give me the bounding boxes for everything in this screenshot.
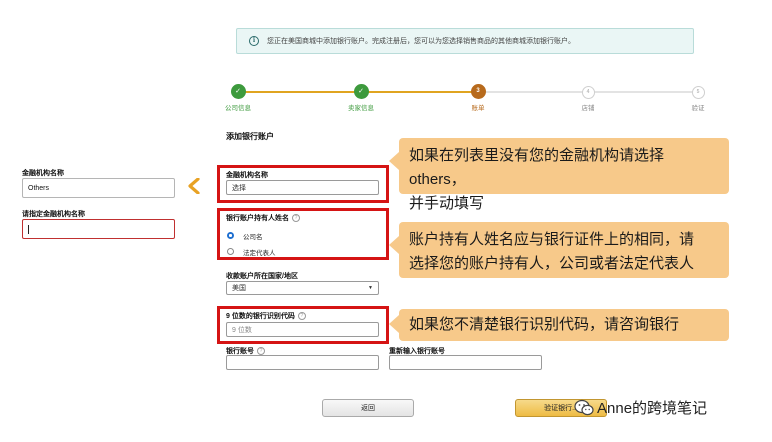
callout-institution: 如果在列表里没有您的金融机构请选择 others， 并手动填写 (399, 138, 729, 212)
radio-legal-rep-label: 法定代表人 (243, 250, 276, 257)
callout-pointer (389, 315, 399, 333)
country-select-value: 美国 (232, 285, 246, 292)
callout-line: 账户持有人姓名应与银行证件上的相同，请 (409, 231, 695, 248)
account-number-label-text: 银行账号 (226, 348, 254, 355)
institution-select-value: 选择 (232, 184, 246, 192)
step-seller-info: ✓ 卖家信息 (331, 84, 391, 112)
help-icon[interactable]: ? (297, 312, 306, 321)
step-billing: 3 账单 (448, 84, 508, 112)
info-banner-text: 您正在美国商城中添加银行账户。完成注册后，您可以为您选择销售商品的其他商城添加银… (267, 38, 575, 45)
step-label: 卖家信息 (348, 105, 374, 112)
left-specify-label: 请指定金融机构名称 (22, 211, 85, 218)
radio-company[interactable] (227, 232, 234, 239)
help-icon[interactable]: ? (257, 347, 265, 356)
wechat-watermark: Anne的跨境笔记 (574, 397, 707, 418)
info-banner: i 您正在美国商城中添加银行账户。完成注册后，您可以为您选择销售商品的其他商城添… (236, 28, 694, 54)
check-icon: ✓ (353, 84, 369, 99)
callout-pointer (389, 152, 399, 170)
bic-label: 9 位数的银行识别代码? (226, 311, 306, 321)
step-store: 4 店铺 (558, 84, 618, 112)
callout-line: 如果您不清楚银行识别代码，请咨询银行 (409, 316, 680, 333)
back-button[interactable]: 返回 (322, 399, 414, 417)
step-verify: 5 验证 (668, 84, 728, 112)
bic-input-placeholder: 9 位数 (232, 326, 252, 334)
section-title: 添加银行账户 (226, 132, 274, 141)
callout-pointer (389, 236, 399, 254)
step-number: 3 (470, 84, 486, 99)
step-label: 账单 (471, 105, 485, 112)
step-number: 4 (581, 86, 595, 99)
watermark-text: Anne的跨境笔记 (597, 400, 708, 417)
callout-bic: 如果您不清楚银行识别代码，请咨询银行 (399, 309, 729, 341)
institution-label: 金融机构名称 (226, 172, 268, 179)
institution-select[interactable]: 选择 (226, 180, 379, 195)
callout-holder: 账户持有人姓名应与银行证件上的相同，请 选择您的账户持有人，公司或者法定代表人 (399, 222, 729, 278)
wechat-icon (574, 399, 594, 415)
step-label: 验证 (691, 105, 705, 112)
step-number: 5 (691, 86, 705, 99)
radio-legal-rep[interactable] (227, 248, 234, 255)
left-institution-label: 金融机构名称 (22, 170, 64, 177)
text-cursor (28, 224, 29, 234)
account-number-input[interactable] (226, 355, 379, 370)
check-icon: ✓ (230, 84, 246, 99)
info-icon: i (249, 36, 259, 46)
chevron-left-icon (188, 178, 200, 194)
radio-company-label: 公司名 (243, 234, 263, 241)
bic-input[interactable]: 9 位数 (226, 322, 379, 337)
step-label: 店铺 (581, 105, 595, 112)
holder-label: 银行账户持有人姓名? (226, 213, 300, 223)
country-label: 收款账户所在国家/地区 (226, 273, 298, 280)
bic-label-text: 9 位数的银行识别代码 (226, 313, 295, 320)
callout-line: 并手动填写 (409, 195, 485, 212)
country-select[interactable]: 美国 ▼ (226, 281, 379, 295)
step-company-info: ✓ 公司信息 (208, 84, 268, 112)
callout-line: 选择您的账户持有人，公司或者法定代表人 (409, 255, 695, 272)
dropdown-arrow-icon: ▼ (368, 285, 373, 291)
left-specify-input[interactable] (22, 219, 175, 239)
callout-line: 如果在列表里没有您的金融机构请选择 others， (409, 147, 665, 188)
account-number-confirm-input[interactable] (389, 355, 542, 370)
step-label: 公司信息 (225, 105, 251, 112)
help-icon[interactable]: ? (292, 214, 300, 223)
left-institution-value: Others (28, 184, 50, 192)
left-institution-input[interactable]: Others (22, 178, 175, 198)
holder-label-text: 银行账户持有人姓名 (226, 215, 289, 222)
